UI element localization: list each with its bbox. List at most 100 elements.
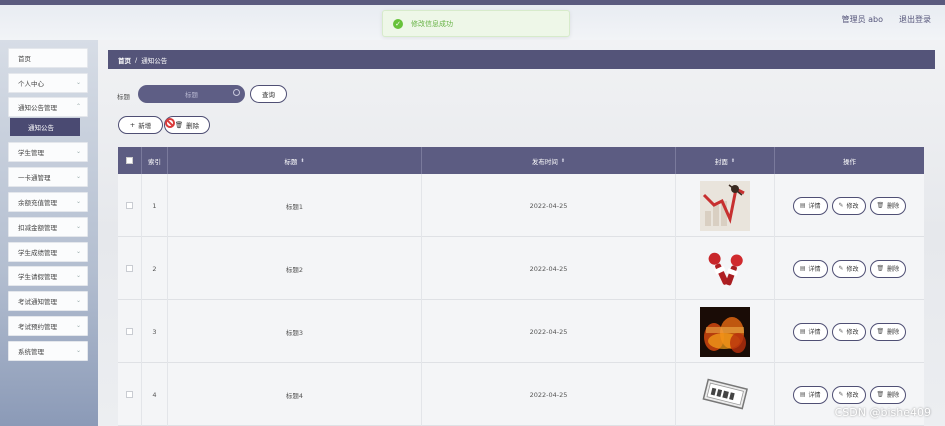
add-label: 新增: [138, 122, 152, 130]
delete-label: 删除: [887, 392, 900, 399]
chevron-up-icon: ⌃: [75, 103, 81, 110]
delete-button[interactable]: 🗑 删除: [869, 385, 907, 404]
watermark: CSDN @bishe409: [834, 406, 931, 419]
microphones-image[interactable]: [700, 243, 750, 294]
delete-label: 删除: [186, 122, 200, 130]
sidebar-item-label: 学生管理: [18, 149, 44, 157]
row-checkbox[interactable]: [126, 391, 133, 398]
sidebar-item-label: 一卡通管理: [18, 174, 51, 182]
delete-button[interactable]: 🗑 删除: [869, 322, 907, 341]
column-cover-label: 封面: [714, 157, 728, 166]
edit-label: 修改: [846, 329, 859, 336]
row-index: 3: [142, 300, 168, 363]
sidebar-item-exam-booking[interactable]: 考试预约管理 ⌄: [8, 316, 88, 336]
not-allowed-icon: [165, 118, 175, 128]
row-checkbox[interactable]: [126, 202, 133, 209]
detail-button[interactable]: ▤ 详情: [792, 385, 828, 404]
delete-label: 删除: [887, 203, 900, 210]
row-index: 2: [142, 237, 168, 300]
chevron-down-icon: ⌄: [75, 322, 81, 329]
chart-crash-image[interactable]: [700, 180, 750, 231]
delete-button[interactable]: 🗑 删除: [869, 259, 907, 278]
sidebar-item-label: 通知公告管理: [18, 104, 57, 112]
chevron-down-icon: ⌄: [75, 272, 81, 279]
sort-icon: ⬍: [730, 157, 736, 164]
add-button[interactable]: + 新增: [118, 116, 163, 134]
row-cover-cell: [676, 237, 775, 300]
sidebar-subitem-notice[interactable]: 通知公告: [10, 118, 80, 136]
column-title[interactable]: 标题 ⬍: [168, 147, 422, 174]
row-checkbox[interactable]: [126, 265, 133, 272]
edit-icon: ✎: [838, 391, 844, 398]
sidebar-item-label: 个人中心: [18, 80, 44, 88]
column-publish-time[interactable]: 发布时间 ⬍: [422, 147, 676, 174]
sidebar-item-label: 学生请假管理: [18, 273, 57, 281]
edit-icon: ✎: [838, 202, 844, 209]
logout-link[interactable]: 退出登录: [899, 14, 931, 25]
user-label: 管理员 abo: [841, 15, 883, 24]
sidebar-item-recharge[interactable]: 余额充值管理 ⌄: [8, 192, 88, 212]
sidebar-item-grades[interactable]: 学生成绩管理 ⌄: [8, 242, 88, 262]
fire-text-image[interactable]: [700, 306, 750, 357]
table-row: 2 标题2 2022-04-25 ▤ 详情 ✎ 修改 🗑 删除: [118, 237, 924, 300]
edit-icon: ✎: [838, 265, 844, 272]
sidebar-item-system[interactable]: 系统管理 ⌄: [8, 341, 88, 361]
detail-label: 详情: [808, 203, 821, 210]
sidebar-item-label: 首页: [18, 55, 31, 63]
column-index-label: 索引: [148, 157, 161, 166]
row-title: 标题3: [168, 300, 422, 363]
delete-button[interactable]: 🗑 删除: [869, 196, 907, 215]
edit-label: 修改: [846, 203, 859, 210]
query-button[interactable]: 查询: [250, 85, 287, 103]
sort-icon: ⬍: [300, 157, 305, 164]
breadcrumb-separator: /: [135, 55, 138, 64]
trash-icon: 🗑: [876, 391, 885, 398]
breadcrumb-home[interactable]: 首页: [118, 55, 131, 65]
column-cover[interactable]: 封面 ⬍: [676, 147, 775, 174]
sidebar-item-profile[interactable]: 个人中心 ⌄: [8, 73, 88, 93]
edit-button[interactable]: ✎ 修改: [831, 196, 866, 215]
edit-button[interactable]: ✎ 修改: [831, 385, 866, 404]
column-actions-label: 操作: [843, 157, 856, 166]
sidebar-item-students[interactable]: 学生管理 ⌄: [8, 142, 88, 162]
row-title: 标题2: [168, 237, 422, 300]
edit-label: 修改: [846, 266, 859, 273]
trash-icon: 🗑: [876, 202, 885, 209]
column-publish-time-label: 发布时间: [531, 157, 558, 166]
row-actions: ▤ 详情 ✎ 修改 🗑 删除: [775, 300, 924, 363]
check-circle-icon: ✓: [393, 18, 403, 29]
row-date: 2022-04-25: [422, 174, 676, 237]
row-checkbox[interactable]: [126, 328, 133, 335]
sidebar-item-notice[interactable]: 通知公告管理 ⌃: [8, 97, 88, 117]
detail-button[interactable]: ▤ 详情: [792, 196, 828, 215]
row-title: 标题1: [168, 174, 422, 237]
trash-icon: 🗑: [174, 121, 184, 129]
news-badge-image[interactable]: [700, 369, 750, 420]
edit-label: 修改: [846, 392, 859, 399]
search-input[interactable]: 标题: [138, 85, 245, 103]
row-index: 4: [142, 363, 168, 426]
detail-label: 详情: [808, 392, 821, 399]
breadcrumb-current: 通知公告: [141, 56, 168, 65]
select-all-checkbox[interactable]: [126, 157, 133, 164]
detail-label: 详情: [808, 266, 821, 273]
chevron-down-icon: ⌄: [75, 297, 81, 304]
sidebar-item-exam-notice[interactable]: 考试通知管理 ⌄: [8, 291, 88, 311]
sidebar-item-home[interactable]: 首页: [8, 48, 88, 68]
main-content: 首页 / 通知公告 标题 标题 查询 + 新增 🗑 删除 索引 标题 ⬍ 发布时…: [98, 40, 945, 426]
detail-button[interactable]: ▤ 详情: [792, 259, 828, 278]
row-date: 2022-04-25: [422, 363, 676, 426]
detail-button[interactable]: ▤ 详情: [792, 322, 828, 341]
table-header: 索引 标题 ⬍ 发布时间 ⬍ 封面 ⬍ 操作: [118, 147, 924, 174]
trash-icon: 🗑: [876, 328, 885, 335]
sidebar-item-leave[interactable]: 学生请假管理 ⌄: [8, 266, 88, 286]
sidebar-item-card[interactable]: 一卡通管理 ⌄: [8, 167, 88, 187]
edit-button[interactable]: ✎ 修改: [831, 322, 866, 341]
chevron-down-icon: ⌄: [75, 198, 81, 205]
row-actions: ▤ 详情 ✎ 修改 🗑 删除: [775, 174, 924, 237]
detail-label: 详情: [808, 329, 821, 336]
sidebar-item-label: 学生成绩管理: [18, 249, 57, 257]
sidebar-item-deduction[interactable]: 扣减金额管理 ⌄: [8, 217, 88, 237]
chevron-down-icon: ⌄: [75, 248, 81, 255]
edit-button[interactable]: ✎ 修改: [831, 259, 866, 278]
